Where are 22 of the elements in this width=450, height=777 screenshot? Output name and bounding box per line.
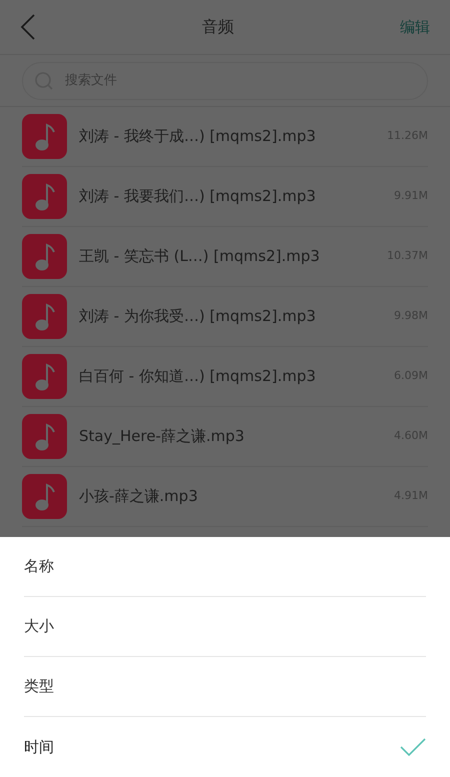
page-title: 音频 bbox=[202, 16, 234, 38]
music-file-icon bbox=[22, 114, 67, 159]
sort-option[interactable]: 名称 bbox=[24, 537, 426, 597]
music-file-icon bbox=[22, 414, 67, 459]
file-name[interactable]: 刘涛 - 我终于成…) [mqms2].mp3 bbox=[79, 125, 376, 148]
file-name[interactable]: 小孩-薛之谦.mp3 bbox=[79, 485, 382, 508]
back-icon[interactable] bbox=[20, 14, 36, 40]
file-name[interactable]: 刘涛 - 我要我们…) [mqms2].mp3 bbox=[79, 185, 382, 208]
check-icon bbox=[400, 738, 426, 756]
music-file-icon bbox=[22, 294, 67, 339]
edit-button[interactable]: 编辑 bbox=[400, 16, 430, 38]
file-name[interactable]: 刘涛 - 为你我受…) [mqms2].mp3 bbox=[79, 305, 382, 328]
music-file-icon bbox=[22, 354, 67, 399]
file-name[interactable]: 王凯 - 笑忘书 (L…) [mqms2].mp3 bbox=[79, 245, 376, 268]
file-name[interactable]: 白百何 - 你知道…) [mqms2].mp3 bbox=[79, 365, 382, 388]
music-file-icon bbox=[22, 474, 67, 519]
file-name[interactable]: Stay_Here-薛之谦.mp3 bbox=[79, 425, 382, 448]
music-file-icon bbox=[22, 174, 67, 219]
sort-option[interactable]: 时间 bbox=[24, 717, 426, 777]
sort-option[interactable]: 大小 bbox=[24, 597, 426, 657]
sort-option[interactable]: 类型 bbox=[24, 657, 426, 717]
music-file-icon bbox=[22, 234, 67, 279]
